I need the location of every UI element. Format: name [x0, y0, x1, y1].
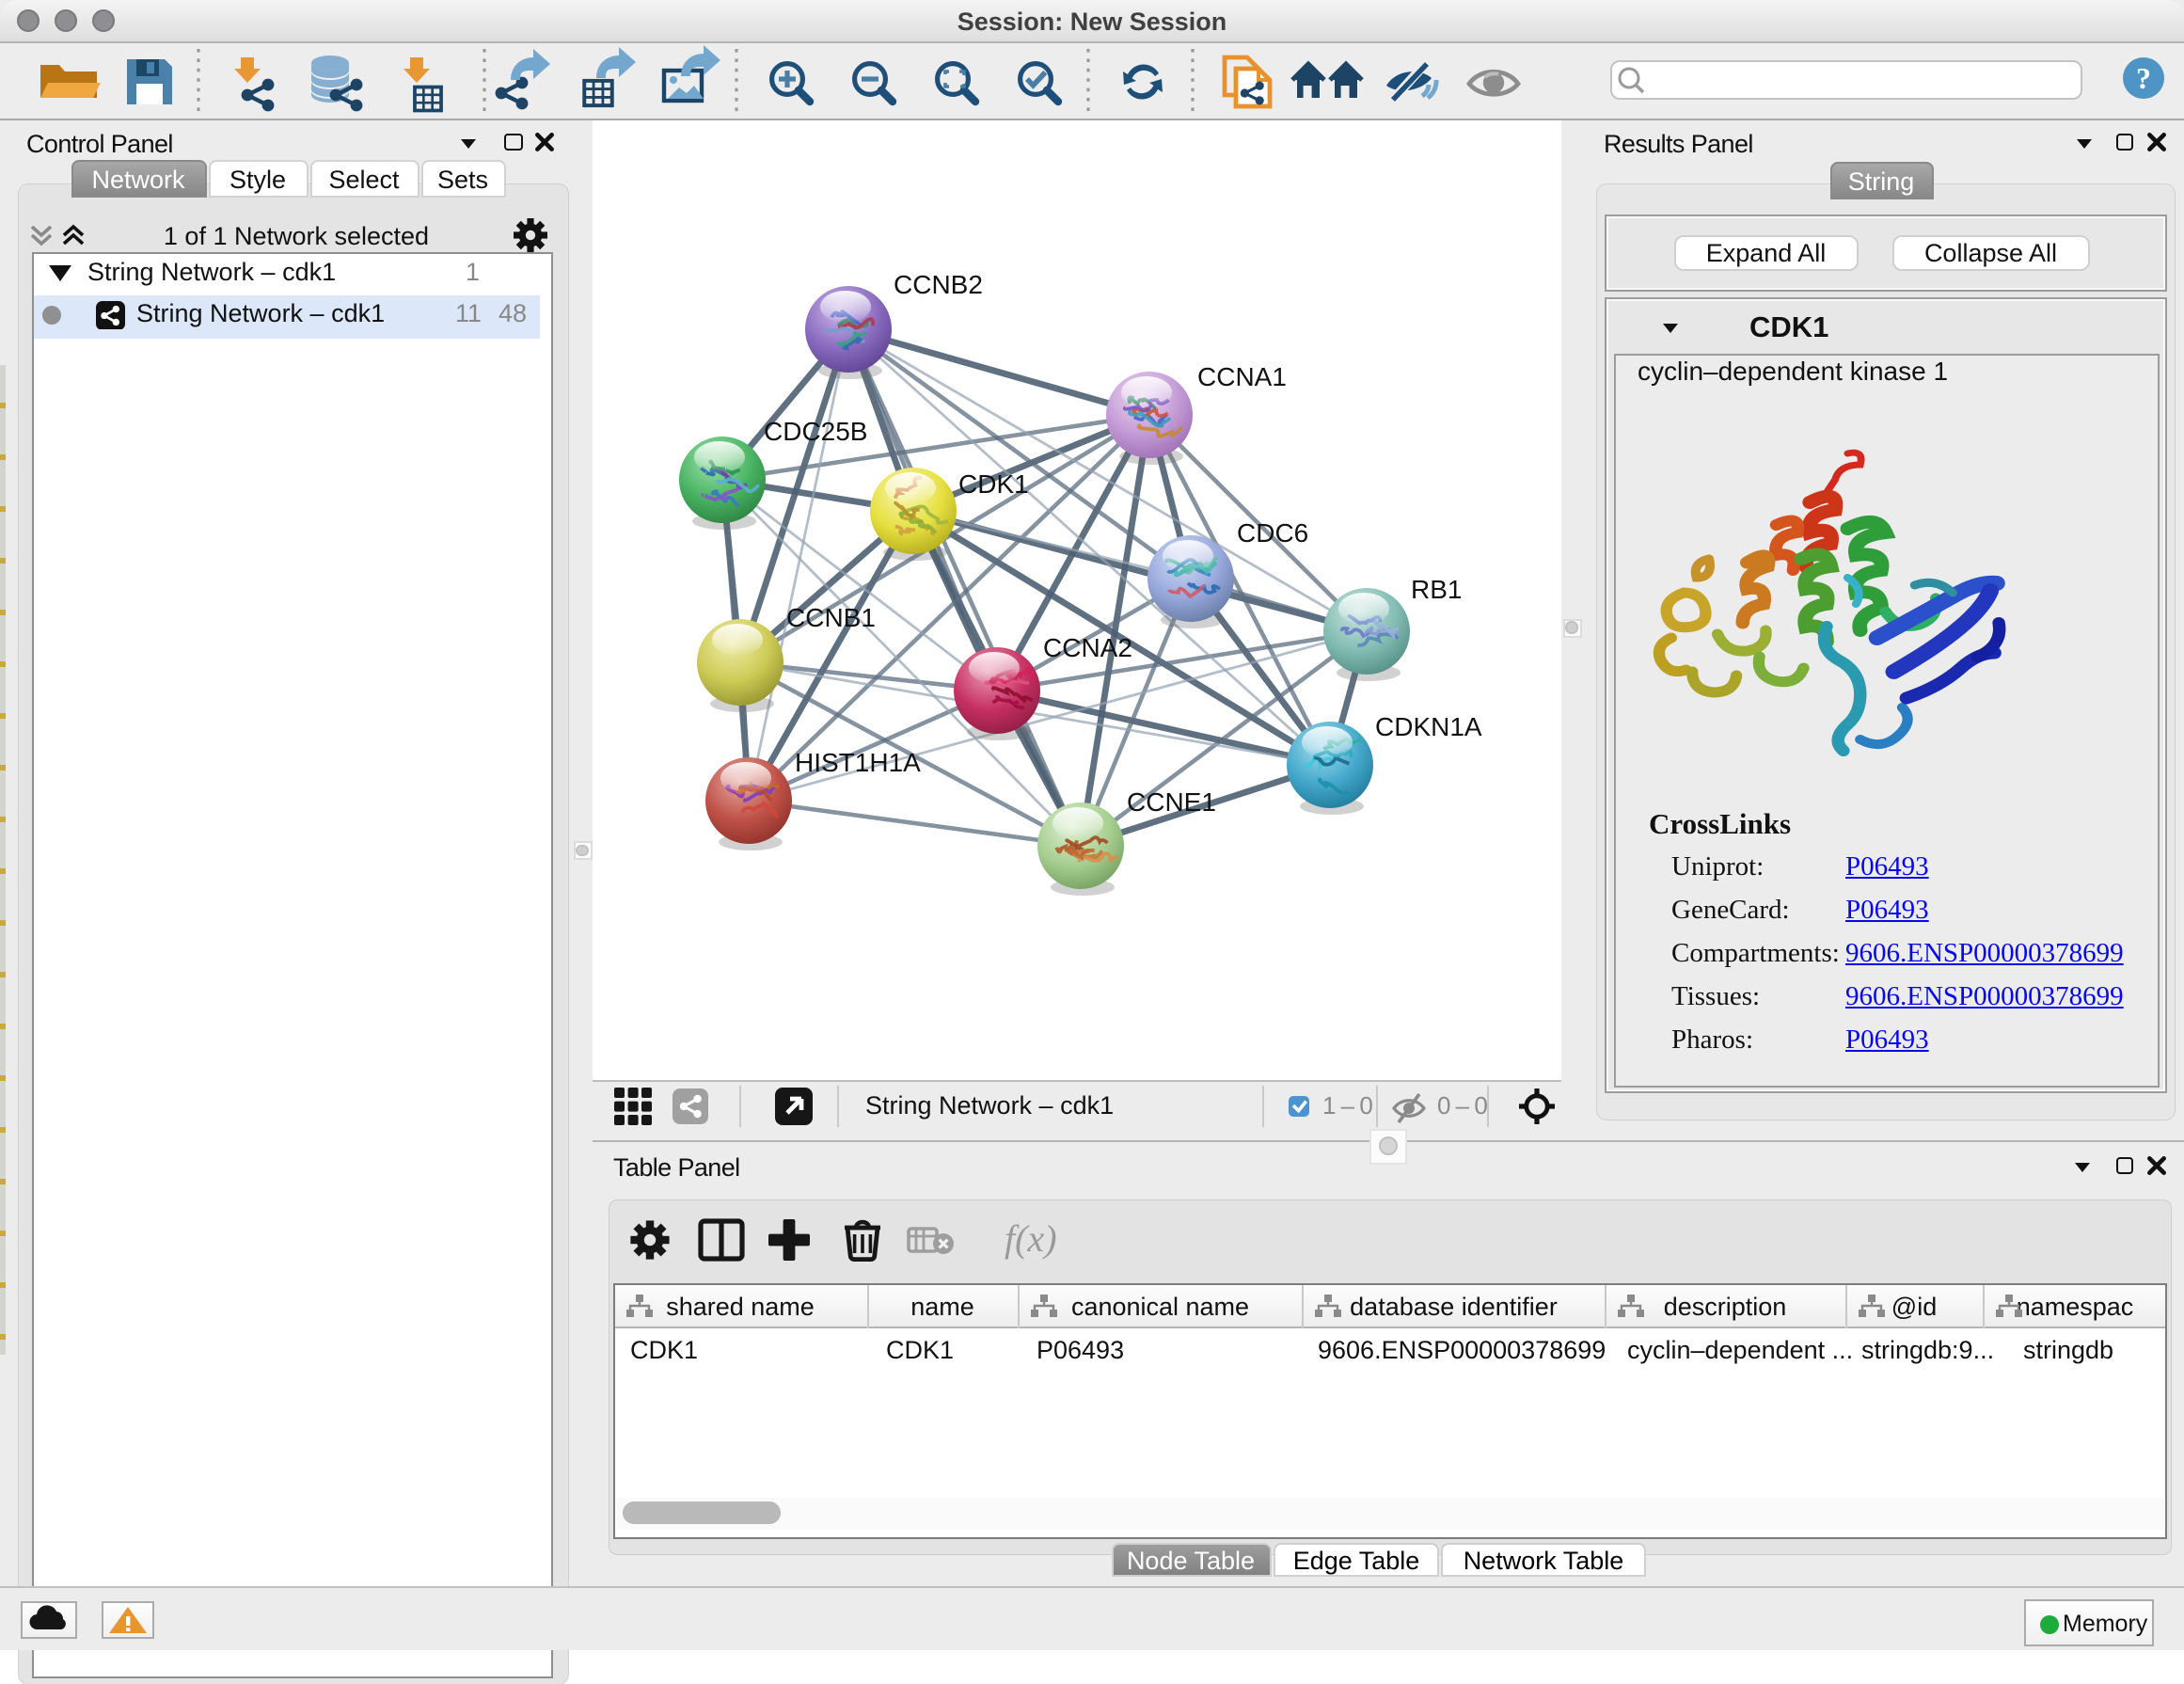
svg-text:f(x): f(x): [1004, 1216, 1056, 1259]
svg-text:?: ?: [2136, 61, 2151, 95]
